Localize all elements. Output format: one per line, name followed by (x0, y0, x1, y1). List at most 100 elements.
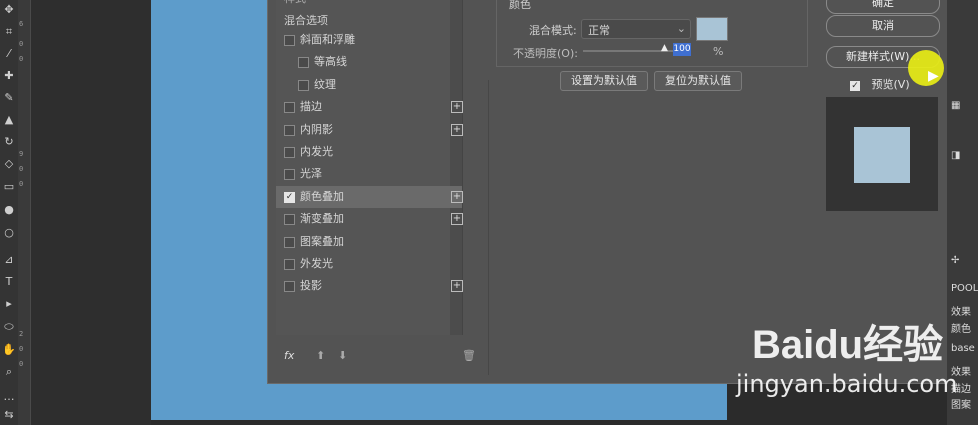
brush-icon[interactable]: ✎ (2, 91, 16, 105)
watermark-url: jingyan.baidu.com (736, 370, 958, 398)
style-checkbox[interactable] (284, 259, 295, 270)
style-label: 内阴影 (300, 122, 333, 136)
style-checkbox[interactable] (284, 169, 295, 181)
ruler-tick: 0 (19, 180, 24, 188)
style-label: 光泽 (300, 167, 322, 181)
style-item[interactable]: 斜面和浮雕 (276, 29, 462, 51)
trash-icon[interactable]: 🗑 (462, 349, 476, 362)
bar-icons: ▦ (951, 100, 961, 111)
gradient-icon[interactable]: ▭ (2, 180, 16, 194)
add-instance-icon[interactable]: + (451, 280, 463, 293)
mouse-cursor-icon: ▶ (928, 68, 939, 84)
style-item[interactable]: 光泽 (276, 163, 462, 185)
preview-checkbox[interactable]: ✓ (850, 81, 860, 91)
style-checkbox[interactable] (284, 281, 295, 293)
style-checkbox[interactable] (284, 124, 295, 136)
blend-mode-select[interactable]: 正常 ⌄ (581, 19, 691, 39)
stamp-icon[interactable]: ▲ (2, 113, 16, 127)
pen-icon[interactable]: ⊿ (2, 253, 16, 267)
style-label: 图案叠加 (300, 234, 344, 248)
styles-bottom-bar: fx ⬆ ⬇ 🗑 (276, 345, 476, 369)
ruler-tick: 0 (19, 345, 24, 353)
style-item[interactable]: 描边 + (276, 96, 463, 118)
add-instance-icon[interactable]: + (451, 213, 463, 226)
crop-icon[interactable]: ⌗ (2, 25, 16, 39)
color-overlay-section: 颜色 混合模式: 正常 ⌄ 不透明度(O): ▲ 100 % (496, 0, 808, 67)
ruler-tick: 0 (19, 360, 24, 368)
swap-colors-icon[interactable]: ⇆ (2, 408, 16, 422)
move-icon[interactable]: ✥ (2, 3, 16, 17)
style-item[interactable]: 图案叠加 (276, 231, 462, 253)
healing-icon[interactable]: ✚ (2, 69, 16, 83)
opacity-field[interactable]: 100 (673, 43, 691, 56)
style-label: 渐变叠加 (300, 212, 344, 226)
style-item[interactable]: 等高线 (276, 51, 462, 73)
shape-icon[interactable]: ⬭ (2, 320, 16, 334)
eraser-icon[interactable]: ◇ (2, 157, 16, 171)
style-label: 投影 (300, 279, 322, 293)
style-label: 纹理 (314, 77, 336, 91)
style-label: 斜面和浮雕 (300, 33, 355, 46)
preview-swatch (854, 127, 910, 183)
cancel-button[interactable]: 取消 (826, 15, 940, 37)
history-brush-icon[interactable]: ↻ (2, 135, 16, 149)
ok-button[interactable]: 确定 (826, 0, 940, 14)
add-icon[interactable]: ✢ (951, 255, 959, 266)
ruler-tick: 0 (19, 55, 24, 63)
blur-icon[interactable]: ● (2, 203, 16, 217)
add-instance-icon[interactable]: + (451, 190, 463, 203)
path-select-icon[interactable]: ▸ (2, 297, 16, 311)
style-checkbox[interactable] (298, 79, 309, 91)
add-instance-icon[interactable]: + (451, 123, 463, 136)
dodge-icon[interactable]: ○ (2, 226, 16, 240)
style-checkbox[interactable] (284, 102, 295, 114)
style-item[interactable]: 渐变叠加 + (276, 208, 463, 230)
vertical-ruler: 6 0 0 9 0 0 2 0 0 (18, 0, 31, 425)
styles-header: 样式 (284, 0, 306, 6)
blend-options-item[interactable]: 混合选项 (284, 12, 328, 28)
style-item[interactable]: ✓ 颜色叠加 + (276, 185, 463, 208)
opacity-label: 不透明度(O): (513, 47, 578, 60)
style-checkbox[interactable] (298, 57, 309, 69)
overlay-color-swatch[interactable] (696, 17, 728, 41)
move-down-icon[interactable]: ⬇ (338, 349, 347, 362)
style-checkbox[interactable] (284, 236, 295, 248)
style-item[interactable]: 投影 + (276, 275, 463, 297)
style-checkbox[interactable] (284, 35, 295, 46)
zoom-icon[interactable]: ⌕ (2, 365, 16, 379)
style-label: 等高线 (314, 55, 347, 69)
fx-button[interactable]: fx (284, 349, 294, 362)
eyedropper-icon[interactable]: ⁄ (2, 47, 16, 61)
preview-label: 预览(V) (871, 78, 910, 91)
more-icon[interactable]: … (2, 390, 16, 404)
add-instance-icon[interactable]: + (451, 101, 463, 114)
tools-panel: ✥ ⌗ ⁄ ✚ ✎ ▲ ↻ ◇ ▭ ● ○ ⊿ T ▸ ⬭ ✋ ⌕ … ⇆ (0, 0, 18, 425)
ruler-tick: 9 (19, 150, 24, 158)
pasteboard (31, 0, 151, 425)
style-item[interactable]: 内阴影 + (276, 119, 463, 141)
opacity-slider[interactable]: ▲ (583, 43, 673, 53)
ruler-tick: 0 (19, 40, 24, 48)
style-checkbox[interactable] (284, 147, 295, 158)
hand-icon[interactable]: ✋ (2, 343, 16, 357)
ruler-tick: 6 (19, 20, 24, 28)
style-checkbox[interactable]: ✓ (284, 191, 295, 203)
style-label: 描边 (300, 100, 322, 114)
style-item[interactable]: 外发光 (276, 253, 462, 275)
layer-name[interactable]: POOL (951, 283, 978, 294)
blend-mode-label: 混合模式: (529, 24, 577, 37)
section-title: 颜色 (509, 0, 531, 11)
preview-thumbnail (826, 97, 938, 211)
style-label: 颜色叠加 (300, 189, 344, 203)
opacity-unit: % (713, 45, 724, 58)
preview-toggle[interactable]: ✓ 预览(V) (850, 76, 910, 92)
slider-handle-icon[interactable]: ▲ (661, 43, 668, 53)
move-up-icon[interactable]: ⬆ (316, 349, 325, 362)
style-item[interactable]: 内发光 (276, 141, 462, 163)
watermark-brand: Baidu经验 (752, 323, 944, 367)
style-label: 外发光 (300, 257, 333, 270)
style-item[interactable]: 纹理 (276, 74, 462, 96)
type-icon[interactable]: T (2, 275, 16, 289)
effect-item[interactable]: 图案 (951, 396, 971, 411)
style-checkbox[interactable] (284, 214, 295, 226)
